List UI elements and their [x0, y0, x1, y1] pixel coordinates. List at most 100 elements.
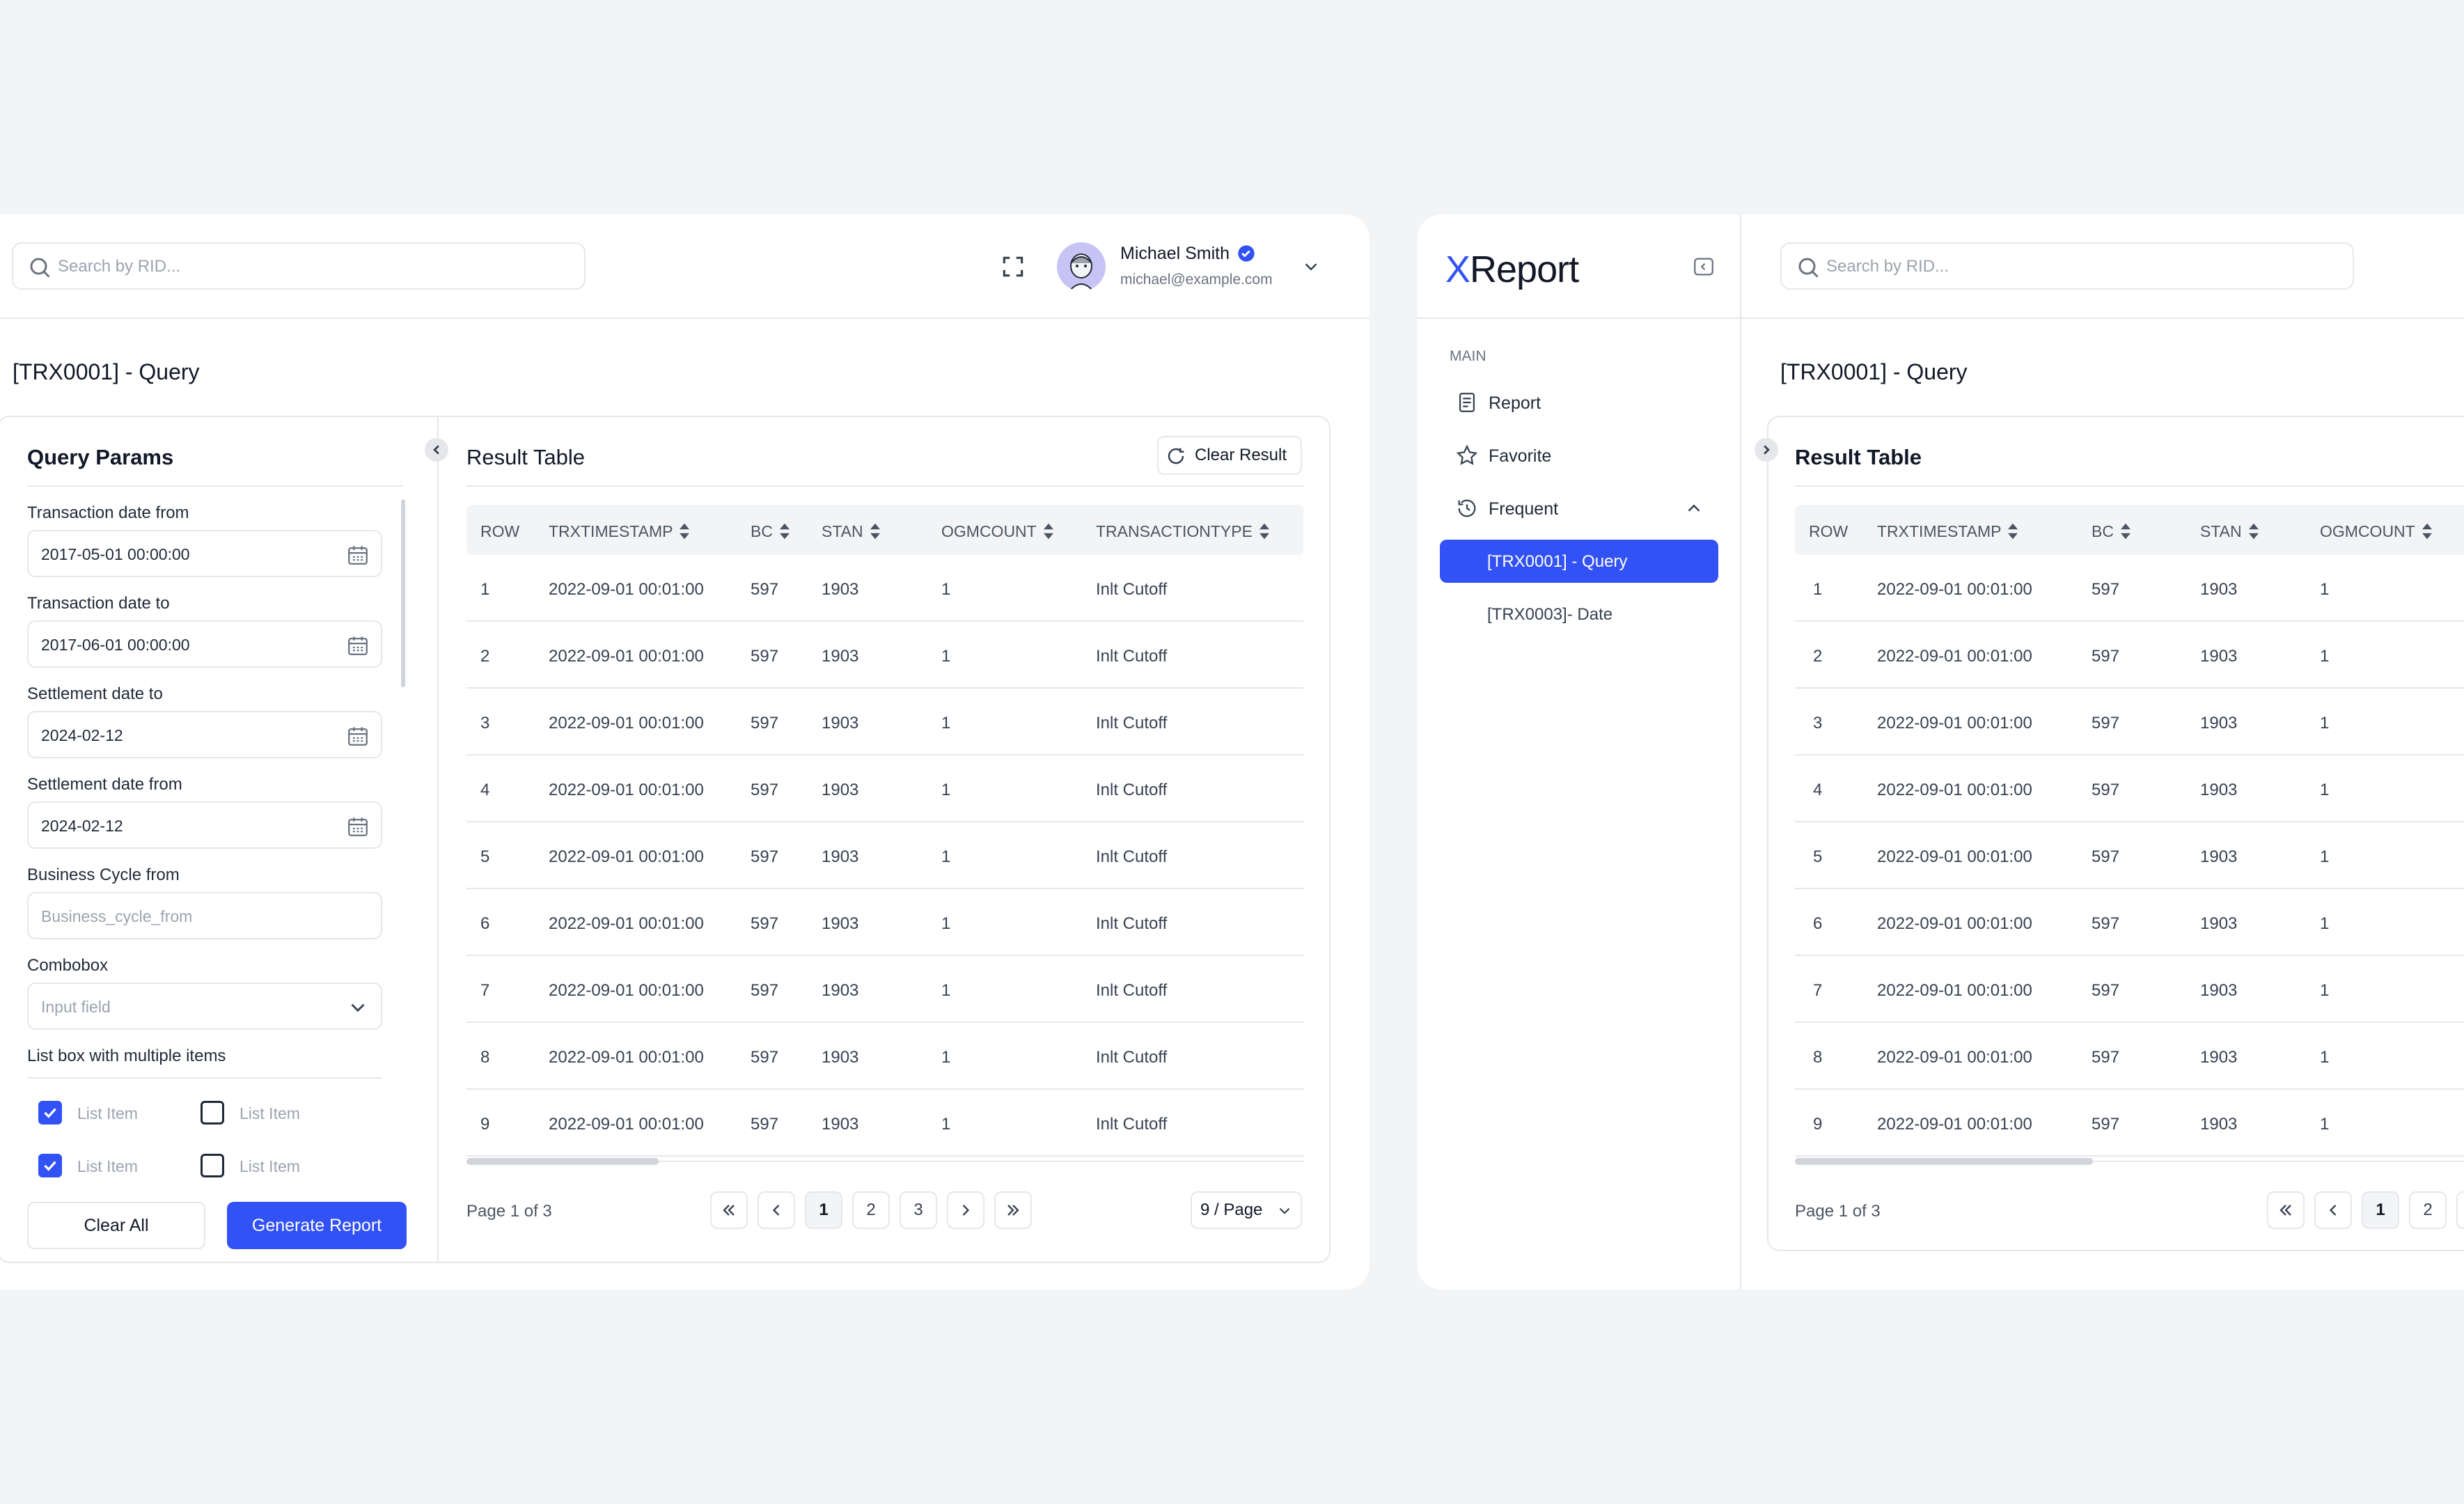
table-row[interactable]: 9 2022-09-01 00:01:00 597 1903 1 — [1795, 1090, 2464, 1157]
transaction-date-from-field[interactable]: 2017-05-01 00:00:00 — [27, 530, 382, 577]
table-cell: 4 — [480, 781, 490, 799]
sidebar-item-frequent[interactable]: Frequent — [1443, 487, 1721, 530]
col-header-bc[interactable]: BC — [751, 522, 791, 541]
avatar[interactable] — [1057, 242, 1106, 291]
prev-page-button[interactable] — [758, 1191, 795, 1229]
sidebar-item-favorite[interactable]: Favorite — [1443, 434, 1721, 477]
clear-result-button[interactable]: Clear Result — [1157, 436, 1302, 475]
app-logo[interactable]: XReport — [1445, 248, 1579, 291]
search-box[interactable]: Search by RID... — [1780, 242, 2354, 290]
col-header-trxtimestamp[interactable]: TRXTIMESTAMP — [1877, 522, 2019, 541]
prev-page-button[interactable] — [2314, 1191, 2352, 1229]
col-header-trxtimestamp[interactable]: TRXTIMESTAMP — [549, 522, 691, 541]
table-cell: 2022-09-01 00:01:00 — [549, 647, 704, 666]
sort-icon[interactable] — [1258, 522, 1271, 541]
table-row[interactable]: 4 2022-09-01 00:01:00 597 1903 1 Inlt Cutoff — [466, 755, 1303, 822]
col-header-bc[interactable]: BC — [2092, 522, 2132, 541]
col-header-ogmcount[interactable]: OGMCOUNT — [941, 522, 1055, 541]
table-row[interactable]: 9 2022-09-01 00:01:00 597 1903 1 Inlt Cutoff — [466, 1090, 1303, 1157]
table-row[interactable]: 6 2022-09-01 00:01:00 597 1903 1 Inlt Cutoff — [466, 889, 1303, 956]
sidebar-subitem-trx0003[interactable]: [TRX0003]- Date — [1440, 593, 1718, 636]
page-button[interactable]: 3 — [2456, 1191, 2464, 1229]
table-row[interactable]: 8 2022-09-01 00:01:00 597 1903 1 Inlt Cutoff — [466, 1023, 1303, 1090]
list-item-checkbox[interactable] — [201, 1101, 224, 1125]
list-item-checkbox[interactable] — [38, 1154, 62, 1177]
sidebar-item-report[interactable]: Report — [1443, 381, 1721, 424]
clear-all-button[interactable]: Clear All — [27, 1202, 205, 1249]
table-row[interactable]: 3 2022-09-01 00:01:00 597 1903 1 — [1795, 689, 2464, 755]
sort-icon[interactable] — [2247, 522, 2260, 541]
collapse-params-button[interactable] — [425, 438, 448, 462]
table-row[interactable]: 1 2022-09-01 00:01:00 597 1903 1 Inlt Cutoff — [466, 555, 1303, 622]
sidebar-subitem-label: [TRX0001] - Query — [1487, 552, 1628, 571]
last-page-button[interactable] — [994, 1191, 1032, 1229]
business-cycle-input[interactable]: Business_cycle_from — [27, 892, 382, 939]
per-page-select[interactable]: 9 / Page — [1191, 1191, 1302, 1229]
table-row[interactable]: 3 2022-09-01 00:01:00 597 1903 1 Inlt Cutoff — [466, 689, 1303, 755]
sort-icon[interactable] — [2119, 522, 2132, 541]
settlement-date-from-field[interactable]: 2024-02-12 — [27, 801, 382, 849]
table-row[interactable]: 7 2022-09-01 00:01:00 597 1903 1 Inlt Cutoff — [466, 956, 1303, 1023]
col-header-ogmcount[interactable]: OGMCOUNT — [2320, 522, 2433, 541]
col-header-stan[interactable]: STAN — [2200, 522, 2260, 541]
sort-icon[interactable] — [778, 522, 791, 541]
top-bar: Search by RID... Michael Smith michael@e… — [0, 214, 1370, 319]
collapse-sidebar-button[interactable] — [1692, 255, 1716, 279]
calendar-icon[interactable] — [346, 543, 370, 567]
combobox-select[interactable]: Input field — [27, 982, 382, 1030]
table-row[interactable]: 1 2022-09-01 00:01:00 597 1903 1 — [1795, 555, 2464, 622]
table-row[interactable]: 6 2022-09-01 00:01:00 597 1903 1 — [1795, 889, 2464, 956]
divider — [27, 485, 403, 487]
search-input[interactable]: Search by RID... — [58, 257, 180, 276]
generate-report-button[interactable]: Generate Report — [227, 1202, 407, 1249]
sidebar-subitem-trx0001[interactable]: [TRX0001] - Query — [1440, 540, 1718, 583]
table-row[interactable]: 5 2022-09-01 00:01:00 597 1903 1 Inlt Cutoff — [466, 822, 1303, 889]
sort-icon[interactable] — [869, 522, 881, 541]
page-info: Page 1 of 3 — [1795, 1202, 1881, 1221]
list-item-checkbox[interactable] — [38, 1101, 62, 1125]
list-item-checkbox[interactable] — [201, 1154, 224, 1177]
table-cell: 2022-09-01 00:01:00 — [1877, 981, 2032, 1000]
transaction-date-to-field[interactable]: 2017-06-01 00:00:00 — [27, 620, 382, 668]
chevron-down-icon[interactable] — [346, 996, 370, 1019]
calendar-icon[interactable] — [346, 634, 370, 657]
table-scroll-thumb[interactable] — [1795, 1158, 2093, 1165]
search-box[interactable]: Search by RID... — [12, 242, 586, 290]
field-value: 2017-05-01 00:00:00 — [41, 545, 190, 563]
table-row[interactable]: 4 2022-09-01 00:01:00 597 1903 1 — [1795, 755, 2464, 822]
table-cell: 8 — [1813, 1048, 1823, 1067]
sort-icon[interactable] — [2421, 522, 2433, 541]
search-input[interactable]: Search by RID... — [1826, 257, 1949, 276]
chevron-down-icon[interactable] — [1301, 256, 1321, 277]
calendar-icon[interactable] — [346, 815, 370, 838]
next-page-button[interactable] — [947, 1191, 984, 1229]
table-row[interactable]: 2 2022-09-01 00:01:00 597 1903 1 Inlt Cutoff — [466, 622, 1303, 689]
table-row[interactable]: 5 2022-09-01 00:01:00 597 1903 1 — [1795, 822, 2464, 889]
sort-icon[interactable] — [2007, 522, 2019, 541]
col-header-stan[interactable]: STAN — [822, 522, 881, 541]
table-row[interactable]: 7 2022-09-01 00:01:00 597 1903 1 — [1795, 956, 2464, 1023]
sort-icon[interactable] — [1042, 522, 1055, 541]
table-row[interactable]: 2 2022-09-01 00:01:00 597 1903 1 — [1795, 622, 2464, 689]
input-placeholder: Input field — [41, 998, 111, 1016]
expand-params-button[interactable] — [1755, 438, 1778, 462]
page-button[interactable]: 3 — [900, 1191, 937, 1229]
calendar-icon[interactable] — [346, 724, 370, 748]
col-header-row[interactable]: ROW — [480, 522, 519, 541]
params-scrollbar[interactable] — [401, 499, 405, 687]
settlement-date-to-field[interactable]: 2024-02-12 — [27, 711, 382, 758]
col-header-row[interactable]: ROW — [1809, 522, 1848, 541]
page-button[interactable]: 2 — [852, 1191, 890, 1229]
list-item-label: List Item — [77, 1157, 138, 1175]
table-row[interactable]: 8 2022-09-01 00:01:00 597 1903 1 — [1795, 1023, 2464, 1090]
page-button[interactable]: 2 — [2409, 1191, 2447, 1229]
page-button[interactable]: 1 — [2362, 1191, 2399, 1229]
chevron-up-icon[interactable] — [1684, 498, 1704, 519]
table-scroll-thumb[interactable] — [466, 1158, 659, 1165]
fullscreen-icon[interactable] — [1000, 253, 1026, 280]
first-page-button[interactable] — [710, 1191, 748, 1229]
col-header-transactiontype[interactable]: TRANSACTIONTYPE — [1096, 522, 1271, 541]
sort-icon[interactable] — [678, 522, 691, 541]
page-button[interactable]: 1 — [805, 1191, 842, 1229]
first-page-button[interactable] — [2267, 1191, 2305, 1229]
